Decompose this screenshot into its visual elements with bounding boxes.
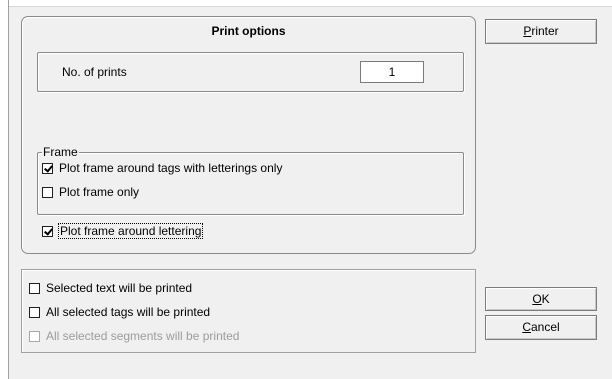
cancel-button-label: ancel — [530, 320, 560, 334]
frame-group: Frame Plot frame around tags with letter… — [37, 145, 464, 215]
frame-only-checkbox[interactable] — [42, 186, 53, 198]
no-of-prints-box: No. of prints — [37, 52, 464, 92]
frame-tags-letterings-checkbox[interactable] — [42, 162, 53, 174]
cancel-button[interactable]: Cancel — [485, 315, 597, 340]
ok-button[interactable]: OK — [485, 287, 597, 311]
selected-segments-checkbox — [29, 330, 40, 342]
ok-button-label: K — [541, 292, 550, 306]
frame-around-lettering-checkbox[interactable] — [42, 225, 53, 237]
selected-text-checkbox[interactable] — [29, 282, 40, 294]
selection-group: Selected text will be printed All select… — [21, 269, 476, 353]
print-options-title: Print options — [211, 24, 286, 38]
frame-only-label[interactable]: Plot frame only — [59, 185, 139, 199]
frame-only-checkbox-row[interactable]: Plot frame only — [42, 184, 139, 200]
printer-button[interactable]: Printer — [485, 19, 597, 44]
selected-tags-checkbox[interactable] — [29, 306, 40, 318]
window-left-edge — [0, 0, 9, 379]
selected-segments-label: All selected segments will be printed — [46, 329, 240, 343]
ok-button-accel: O — [532, 292, 542, 306]
selected-tags-label[interactable]: All selected tags will be printed — [46, 305, 210, 319]
selected-text-label[interactable]: Selected text will be printed — [46, 281, 192, 295]
printer-button-label: rinter — [531, 24, 559, 38]
selected-segments-checkbox-row: All selected segments will be printed — [29, 328, 239, 344]
frame-legend: Frame — [42, 145, 79, 159]
frame-tags-letterings-checkbox-row[interactable]: Plot frame around tags with letterings o… — [42, 160, 282, 176]
selected-tags-checkbox-row[interactable]: All selected tags will be printed — [29, 304, 210, 320]
no-of-prints-label: No. of prints — [62, 65, 127, 79]
frame-around-lettering-checkbox-row[interactable]: Plot frame around lettering — [42, 223, 204, 239]
frame-around-lettering-label[interactable]: Plot frame around lettering — [57, 223, 204, 239]
cancel-button-accel: C — [522, 320, 531, 334]
print-options-group: Print options No. of prints Frame Plot f… — [21, 16, 476, 254]
window-top-edge — [9, 0, 612, 7]
selected-text-checkbox-row[interactable]: Selected text will be printed — [29, 280, 192, 296]
no-of-prints-input[interactable] — [360, 61, 424, 83]
frame-tags-letterings-label[interactable]: Plot frame around tags with letterings o… — [59, 161, 282, 175]
